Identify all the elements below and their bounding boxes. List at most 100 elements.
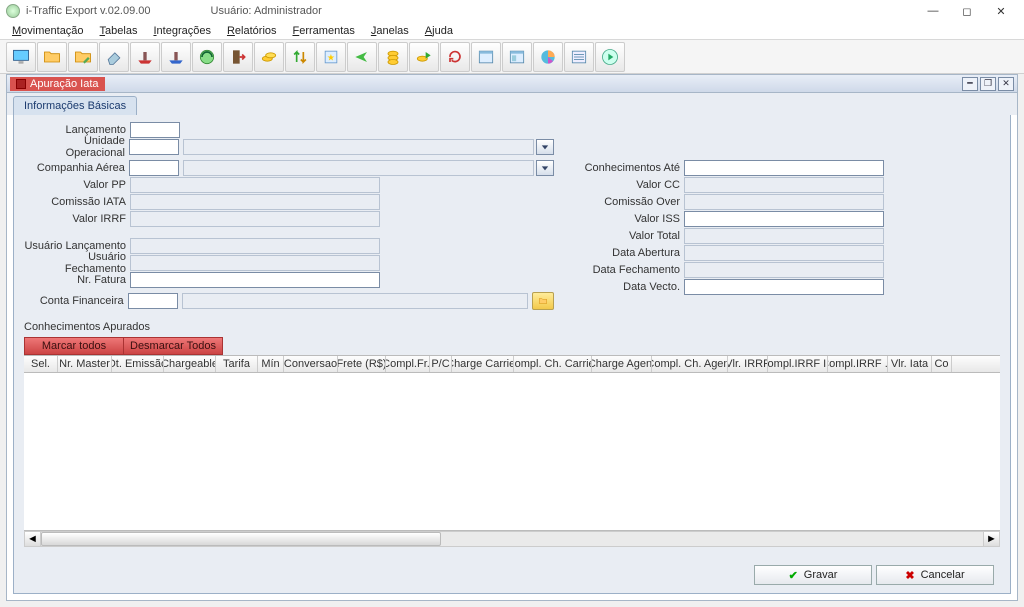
input-unidade-code[interactable] bbox=[129, 139, 179, 155]
menu-ferramentas[interactable]: Ferramentas bbox=[285, 23, 363, 39]
menu-integracoes[interactable]: Integrações bbox=[145, 23, 219, 39]
scroll-thumb[interactable] bbox=[41, 532, 441, 546]
col-frete[interactable]: Frete (R$) bbox=[338, 356, 386, 372]
horizontal-scrollbar[interactable]: ◄ ► bbox=[24, 531, 1000, 547]
col-min[interactable]: Mín bbox=[258, 356, 284, 372]
input-unidade-desc bbox=[183, 139, 534, 155]
menu-ajuda[interactable]: Ajuda bbox=[417, 23, 461, 39]
cancelar-button[interactable]: ✖Cancelar bbox=[876, 565, 994, 585]
label-cia: Companhia Aérea bbox=[24, 162, 129, 174]
col-complirrf[interactable]: Compl.IRRF ... bbox=[828, 356, 888, 372]
menu-tabelas[interactable]: Tabelas bbox=[92, 23, 146, 39]
tool-coins-stack-icon[interactable] bbox=[378, 42, 408, 72]
input-cia-desc bbox=[183, 160, 534, 176]
tool-globe-refresh-icon[interactable] bbox=[192, 42, 222, 72]
label-data-fech: Data Fechamento bbox=[564, 264, 684, 276]
tabstrip: Informações Básicas bbox=[7, 93, 1017, 115]
tool-window1-icon[interactable] bbox=[471, 42, 501, 72]
gravar-button[interactable]: ✔Gravar bbox=[754, 565, 872, 585]
input-lancamento[interactable] bbox=[130, 122, 180, 138]
mdi-minimize-button[interactable]: ━ bbox=[962, 77, 978, 91]
col-complchagent[interactable]: Compl. Ch. Agent bbox=[652, 356, 728, 372]
input-data-vecto[interactable] bbox=[684, 279, 884, 295]
mdi-window: Apuração Iata ━ ❐ ✕ Informações Básicas … bbox=[6, 74, 1018, 601]
tool-boat-left-icon[interactable] bbox=[130, 42, 160, 72]
app-icon bbox=[6, 4, 20, 18]
input-comissao-iata bbox=[130, 194, 380, 210]
mdi-restore-button[interactable]: ❐ bbox=[980, 77, 996, 91]
tool-play-icon[interactable] bbox=[595, 42, 625, 72]
input-conh-ate[interactable] bbox=[684, 160, 884, 176]
scroll-track[interactable] bbox=[41, 532, 983, 546]
tool-pie-icon[interactable] bbox=[533, 42, 563, 72]
tool-monitor-icon[interactable] bbox=[6, 42, 36, 72]
col-vlrirrf[interactable]: Vlr. IRRF bbox=[728, 356, 768, 372]
tool-refresh-icon[interactable] bbox=[440, 42, 470, 72]
input-nr-fatura[interactable] bbox=[130, 272, 380, 288]
col-complirrfi[interactable]: Compl.IRRF I... bbox=[768, 356, 828, 372]
col-vlriata[interactable]: Vlr. Iata bbox=[888, 356, 932, 372]
input-conta-fin-code[interactable] bbox=[128, 293, 178, 309]
tool-plane-out-icon[interactable] bbox=[347, 42, 377, 72]
maximize-button[interactable]: ◻ bbox=[950, 0, 984, 22]
combo-unidade-button[interactable] bbox=[536, 139, 554, 155]
minimize-button[interactable]: — bbox=[916, 0, 950, 22]
col-co[interactable]: Co bbox=[932, 356, 952, 372]
mdi-title: Apuração Iata bbox=[10, 77, 105, 91]
input-usuario-fech bbox=[130, 255, 380, 271]
desmarcar-todos-button[interactable]: Desmarcar Todos bbox=[123, 337, 223, 355]
svg-text:★: ★ bbox=[327, 52, 335, 62]
col-chargecarrier[interactable]: Charge Carrier bbox=[452, 356, 514, 372]
menubar: Movimentação Tabelas Integrações Relatór… bbox=[0, 22, 1024, 40]
col-complfr[interactable]: Compl.Fr.. bbox=[386, 356, 430, 372]
tool-list-icon[interactable] bbox=[564, 42, 594, 72]
label-nr-fatura: Nr. Fatura bbox=[24, 274, 130, 286]
window-titlebar: i-Traffic Export v.02.09.00 Usuário: Adm… bbox=[0, 0, 1024, 22]
tool-coins-arrow-icon[interactable] bbox=[409, 42, 439, 72]
col-nrmaster[interactable]: Nr. Master bbox=[58, 356, 112, 372]
combo-cia-button[interactable] bbox=[536, 160, 554, 176]
lookup-conta-fin-button[interactable] bbox=[532, 292, 554, 310]
tool-edit-folder-icon[interactable] bbox=[68, 42, 98, 72]
menu-movimentacao[interactable]: Movimentação bbox=[4, 23, 92, 39]
tool-eraser-icon[interactable] bbox=[99, 42, 129, 72]
label-unidade: Unidade Operacional bbox=[24, 135, 129, 159]
label-comissao-over: Comissão Over bbox=[564, 196, 684, 208]
menu-relatorios[interactable]: Relatórios bbox=[219, 23, 285, 39]
close-button[interactable]: ✕ bbox=[984, 0, 1018, 22]
tool-window2-icon[interactable] bbox=[502, 42, 532, 72]
tab-informacoes-basicas[interactable]: Informações Básicas bbox=[13, 96, 137, 115]
grid-body[interactable] bbox=[24, 373, 1000, 531]
tool-folder-icon[interactable] bbox=[37, 42, 67, 72]
tool-exit-door-icon[interactable] bbox=[223, 42, 253, 72]
col-pc[interactable]: P/C bbox=[430, 356, 452, 372]
mdi-titlebar: Apuração Iata ━ ❐ ✕ bbox=[7, 75, 1017, 93]
marcar-todos-button[interactable]: Marcar todos bbox=[24, 337, 124, 355]
app-title: i-Traffic Export v.02.09.00 bbox=[26, 5, 151, 17]
label-valor-irrf: Valor IRRF bbox=[24, 213, 130, 225]
col-conversao[interactable]: Conversao bbox=[284, 356, 338, 372]
col-tarifa[interactable]: Tarifa bbox=[216, 356, 258, 372]
tool-star-icon[interactable]: ★ bbox=[316, 42, 346, 72]
main-toolbar: ★ bbox=[0, 40, 1024, 74]
input-data-fech bbox=[684, 262, 884, 278]
col-complchcarrier[interactable]: Compl. Ch. Carrier bbox=[514, 356, 592, 372]
input-valor-cc bbox=[684, 177, 884, 193]
col-dtemissao[interactable]: Dt. Emissão bbox=[112, 356, 164, 372]
user-label: Usuário: Administrador bbox=[211, 5, 322, 17]
check-icon: ✔ bbox=[789, 569, 798, 582]
col-sel[interactable]: Sel. bbox=[24, 356, 58, 372]
scroll-right-button[interactable]: ► bbox=[983, 532, 999, 546]
scroll-left-button[interactable]: ◄ bbox=[25, 532, 41, 546]
tool-coins-icon[interactable] bbox=[254, 42, 284, 72]
tool-arrows-updown-icon[interactable] bbox=[285, 42, 315, 72]
col-chargeable[interactable]: Chargeable bbox=[164, 356, 216, 372]
col-chargeagent[interactable]: Charge Agent bbox=[592, 356, 652, 372]
label-data-abertura: Data Abertura bbox=[564, 247, 684, 259]
tool-boat-right-icon[interactable] bbox=[161, 42, 191, 72]
menu-janelas[interactable]: Janelas bbox=[363, 23, 417, 39]
input-valor-iss[interactable] bbox=[684, 211, 884, 227]
mdi-close-button[interactable]: ✕ bbox=[998, 77, 1014, 91]
input-cia-code[interactable] bbox=[129, 160, 179, 176]
label-data-vecto: Data Vecto. bbox=[564, 281, 684, 293]
